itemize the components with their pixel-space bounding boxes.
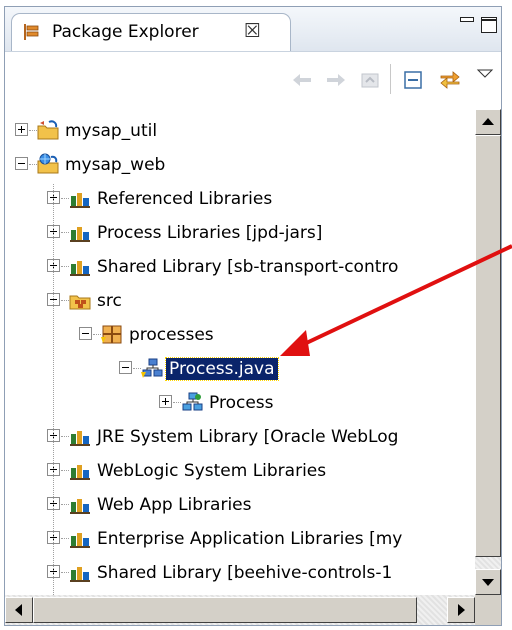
collapse-icon[interactable]: [15, 157, 28, 170]
tree-item-label: Process Libraries [jpd-jars]: [97, 223, 323, 243]
tree-item-label-selected: Process.java: [165, 357, 279, 381]
link-with-editor-icon[interactable]: [439, 70, 461, 90]
view-menu-icon[interactable]: [475, 66, 497, 86]
tree-connector: [61, 470, 69, 471]
scroll-right-button[interactable]: [447, 597, 475, 623]
tree-item[interactable]: processes: [5, 320, 475, 350]
library-icon: [70, 465, 90, 480]
view-toolbar: [5, 51, 501, 109]
tree-item[interactable]: WebLogic System Libraries: [5, 456, 475, 486]
project-tree: mysap_util mysap_web Referenced Libraries P…: [5, 109, 475, 595]
up-folder-icon[interactable]: [359, 70, 381, 90]
tree-item[interactable]: Process: [5, 388, 475, 418]
expand-icon[interactable]: [159, 395, 172, 408]
tree-item[interactable]: Shared Library [sb-transport-contro: [5, 252, 475, 282]
scroll-down-button[interactable]: [475, 569, 501, 595]
library-icon: [70, 193, 90, 208]
project-folder-icon: [37, 120, 59, 140]
tree-connector: [29, 130, 37, 131]
package-explorer-tab[interactable]: Package Explorer ☒: [11, 13, 291, 51]
tree-connector: [93, 334, 101, 335]
tree-item[interactable]: JRE System Library [Oracle WebLog: [5, 422, 475, 452]
tree-connector: [61, 538, 69, 539]
vertical-scroll-thumb[interactable]: [475, 135, 501, 557]
view-tab-bar: Package Explorer ☒: [5, 7, 501, 51]
library-icon: [70, 261, 90, 276]
triangle-left-icon: [15, 604, 22, 616]
library-icon: [70, 227, 90, 242]
tree-item[interactable]: Enterprise Application Libraries [my: [5, 524, 475, 554]
horizontal-scrollbar[interactable]: [5, 595, 475, 625]
source-folder-icon: [69, 295, 91, 310]
tree-connector: [133, 368, 141, 369]
tree-connector: [61, 572, 69, 573]
scrollbar-corner: [475, 595, 501, 625]
vertical-scrollbar[interactable]: [475, 109, 501, 595]
tree-item-label: Shared Library [sb-transport-contro: [97, 257, 399, 277]
tree-item-label: Shared Library [beehive-controls-1: [97, 563, 393, 583]
scroll-up-button[interactable]: [475, 109, 501, 135]
back-arrow-icon[interactable]: [291, 70, 313, 90]
tree-item-label: Referenced Libraries: [97, 189, 273, 209]
tree-connector: [173, 402, 181, 403]
tree-item-label: src: [97, 291, 122, 311]
process-class-icon: [182, 392, 203, 411]
library-icon: [70, 533, 90, 548]
tree-item-label: processes: [129, 325, 214, 345]
tree-connector: [29, 164, 37, 165]
tree-connector: [61, 300, 69, 301]
tree-item-label: Enterprise Application Libraries [my: [97, 529, 403, 549]
tree-connector: [61, 436, 69, 437]
collapse-icon[interactable]: [79, 327, 92, 340]
triangle-down-icon: [482, 579, 494, 586]
tree-connector: [61, 232, 69, 233]
tree-item[interactable]: src: [5, 286, 475, 316]
tree-connector: [61, 198, 69, 199]
view-title: Package Explorer: [52, 22, 199, 42]
triangle-up-icon: [482, 118, 494, 125]
package-explorer-view: Package Explorer ☒ mysap_util mysap_web …: [4, 6, 502, 626]
collapse-icon[interactable]: [119, 361, 132, 374]
tree-item[interactable]: mysap_util: [5, 116, 475, 146]
tree-connector: [61, 266, 69, 267]
package-explorer-icon: [24, 24, 39, 40]
tree-item-label: JRE System Library [Oracle WebLog: [97, 427, 399, 447]
web-project-icon: [37, 153, 59, 174]
tree-connector: [53, 184, 54, 595]
library-icon: [70, 567, 90, 582]
tree-item-label: mysap_web: [65, 155, 166, 175]
maximize-icon[interactable]: [481, 17, 497, 33]
tree-connector: [61, 504, 69, 505]
tree-item-label: Web App Libraries: [97, 495, 252, 515]
tree-item[interactable]: Web App Libraries: [5, 490, 475, 520]
tree-item-label: mysap_util: [65, 121, 158, 141]
close-icon[interactable]: ☒: [244, 20, 261, 42]
tree-item[interactable]: Process Libraries [jpd-jars]: [5, 218, 475, 248]
scroll-left-button[interactable]: [5, 597, 33, 623]
process-file-icon: [141, 358, 163, 378]
tree-item-label: WebLogic System Libraries: [97, 461, 327, 481]
tree-item[interactable]: Process.java: [5, 354, 475, 384]
toolbar-separator: [390, 64, 391, 94]
tree-item[interactable]: mysap_web: [5, 150, 475, 180]
tree-item[interactable]: Shared Library [beehive-controls-1: [5, 558, 475, 588]
library-icon: [70, 499, 90, 514]
triangle-right-icon: [458, 604, 465, 616]
forward-arrow-icon[interactable]: [325, 70, 347, 90]
tree-item-label: Process: [209, 393, 274, 413]
library-icon: [70, 431, 90, 446]
collapse-all-icon[interactable]: [403, 70, 425, 90]
package-icon: [101, 325, 122, 344]
expand-icon[interactable]: [15, 123, 28, 136]
tree-item[interactable]: Referenced Libraries: [5, 184, 475, 214]
horizontal-scroll-thumb[interactable]: [33, 597, 417, 623]
minimize-icon[interactable]: [460, 17, 474, 31]
